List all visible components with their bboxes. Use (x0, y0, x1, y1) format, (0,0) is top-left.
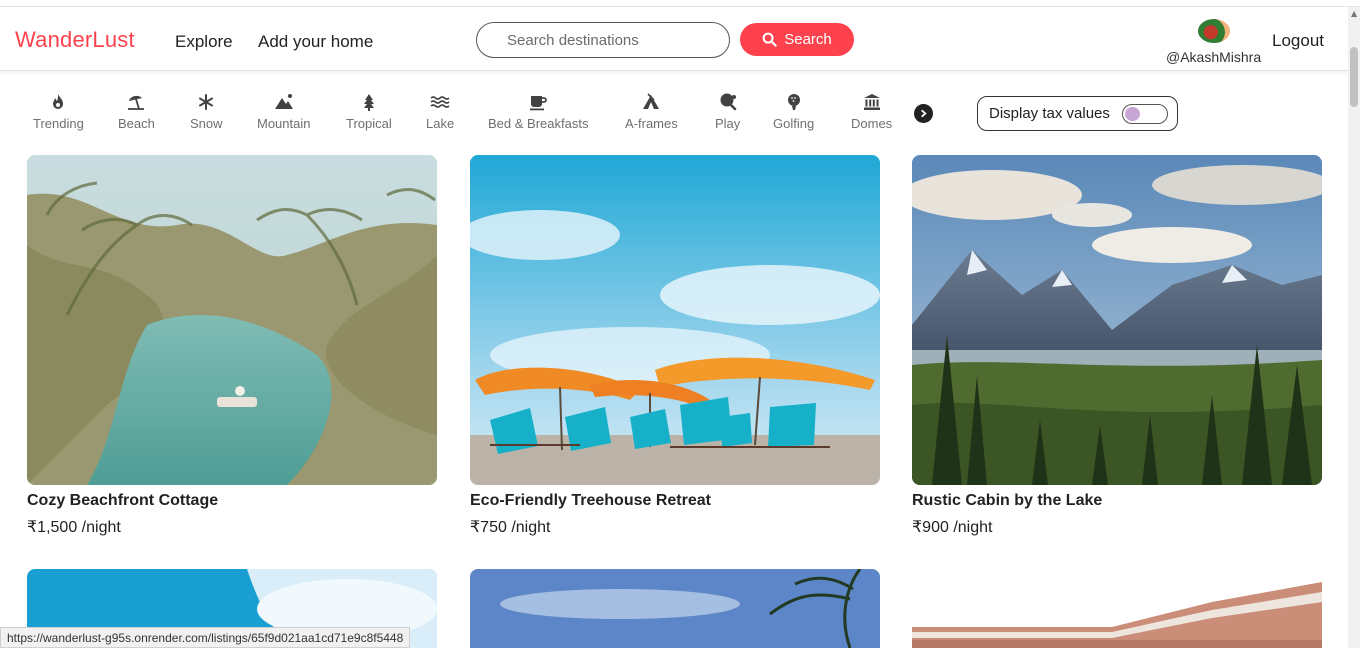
listing-card[interactable] (912, 582, 1322, 648)
filter-label: Play (715, 116, 741, 131)
listing-image (470, 569, 880, 648)
status-bar-url: https://wanderlust-g95s.onrender.com/lis… (0, 627, 411, 648)
dome-icon (863, 94, 880, 110)
fire-icon (53, 94, 64, 109)
listing-price: ₹750 /night (470, 519, 551, 536)
search-icon (762, 32, 777, 47)
golf-ball-icon (787, 94, 800, 110)
filter-lake[interactable]: Lake (426, 92, 454, 131)
search-button-label: Search (784, 31, 832, 48)
listing-image (470, 155, 880, 485)
filter-label: Trending (33, 116, 84, 131)
filter-a-frames[interactable]: A-frames (625, 92, 678, 131)
toggle-knob (1125, 107, 1140, 121)
filter-tropical[interactable]: Tropical (346, 92, 392, 131)
listing-card[interactable]: Eco-Friendly Treehouse Retreat ₹750 /nig… (470, 155, 880, 537)
nav-add-home-link[interactable]: Add your home (258, 32, 373, 52)
filter-label: A-frames (625, 116, 678, 131)
tax-toggle-container: Display tax values (977, 96, 1178, 131)
scrollbar[interactable]: ▲ (1348, 7, 1360, 648)
tent-icon (643, 93, 660, 109)
listing-title: Cozy Beachfront Cottage (27, 492, 219, 509)
filter-label: Golfing (773, 116, 815, 131)
filters-next-button[interactable] (914, 104, 933, 123)
mountain-icon (274, 94, 293, 109)
listing-image (912, 582, 1322, 648)
filter-label: Domes (851, 116, 893, 131)
nav-explore-link[interactable]: Explore (175, 32, 233, 52)
listing-card[interactable]: Cozy Beachfront Cottage ₹1,500 /night (27, 155, 437, 537)
filter-label: Tropical (346, 116, 392, 131)
filter-beach[interactable]: Beach (118, 92, 155, 131)
browser-top-strip (0, 0, 1360, 7)
mug-icon (530, 96, 548, 111)
filter-label: Bed & Breakfasts (488, 116, 589, 131)
table-tennis-icon (720, 93, 736, 111)
filter-mountain[interactable]: Mountain (257, 92, 310, 131)
filter-label: Beach (118, 116, 155, 131)
logout-link[interactable]: Logout (1272, 31, 1324, 51)
filter-domes[interactable]: Domes (851, 92, 892, 131)
tree-icon (363, 94, 374, 111)
username: @AkashMishra (1166, 49, 1262, 65)
filter-play[interactable]: Play (715, 92, 740, 131)
tax-toggle-label: Display tax values (989, 105, 1110, 122)
listing-image (912, 155, 1322, 485)
filter-bed-breakfasts[interactable]: Bed & Breakfasts (488, 92, 588, 131)
water-icon (430, 96, 450, 108)
listing-title: Eco-Friendly Treehouse Retreat (470, 492, 711, 509)
tax-toggle-switch[interactable] (1122, 104, 1168, 124)
filter-trending[interactable]: Trending (33, 92, 84, 131)
navbar: WanderLust Explore Add your home Search … (0, 7, 1348, 71)
search-input[interactable] (476, 22, 730, 58)
listing-card[interactable] (470, 569, 880, 648)
brand-logo[interactable]: WanderLust (15, 27, 135, 53)
listing-image (27, 155, 437, 485)
scrollbar-thumb[interactable] (1350, 47, 1358, 107)
listing-card[interactable]: Rustic Cabin by the Lake ₹900 /night (912, 155, 1322, 537)
chevron-right-icon (921, 109, 927, 118)
snowflake-icon (199, 94, 214, 110)
filter-golfing[interactable]: Golfing (773, 92, 814, 131)
search-button[interactable]: Search (740, 23, 854, 56)
listing-price: ₹900 /night (912, 519, 993, 536)
listing-price: ₹1,500 /night (27, 519, 121, 536)
listing-title: Rustic Cabin by the Lake (912, 492, 1103, 509)
filter-label: Lake (426, 116, 455, 131)
scroll-up-icon[interactable]: ▲ (1351, 9, 1357, 18)
avatar[interactable] (1198, 19, 1230, 43)
filter-label: Mountain (257, 116, 311, 131)
filter-label: Snow (190, 116, 223, 131)
umbrella-beach-icon (128, 95, 145, 110)
filter-snow[interactable]: Snow (190, 92, 223, 131)
